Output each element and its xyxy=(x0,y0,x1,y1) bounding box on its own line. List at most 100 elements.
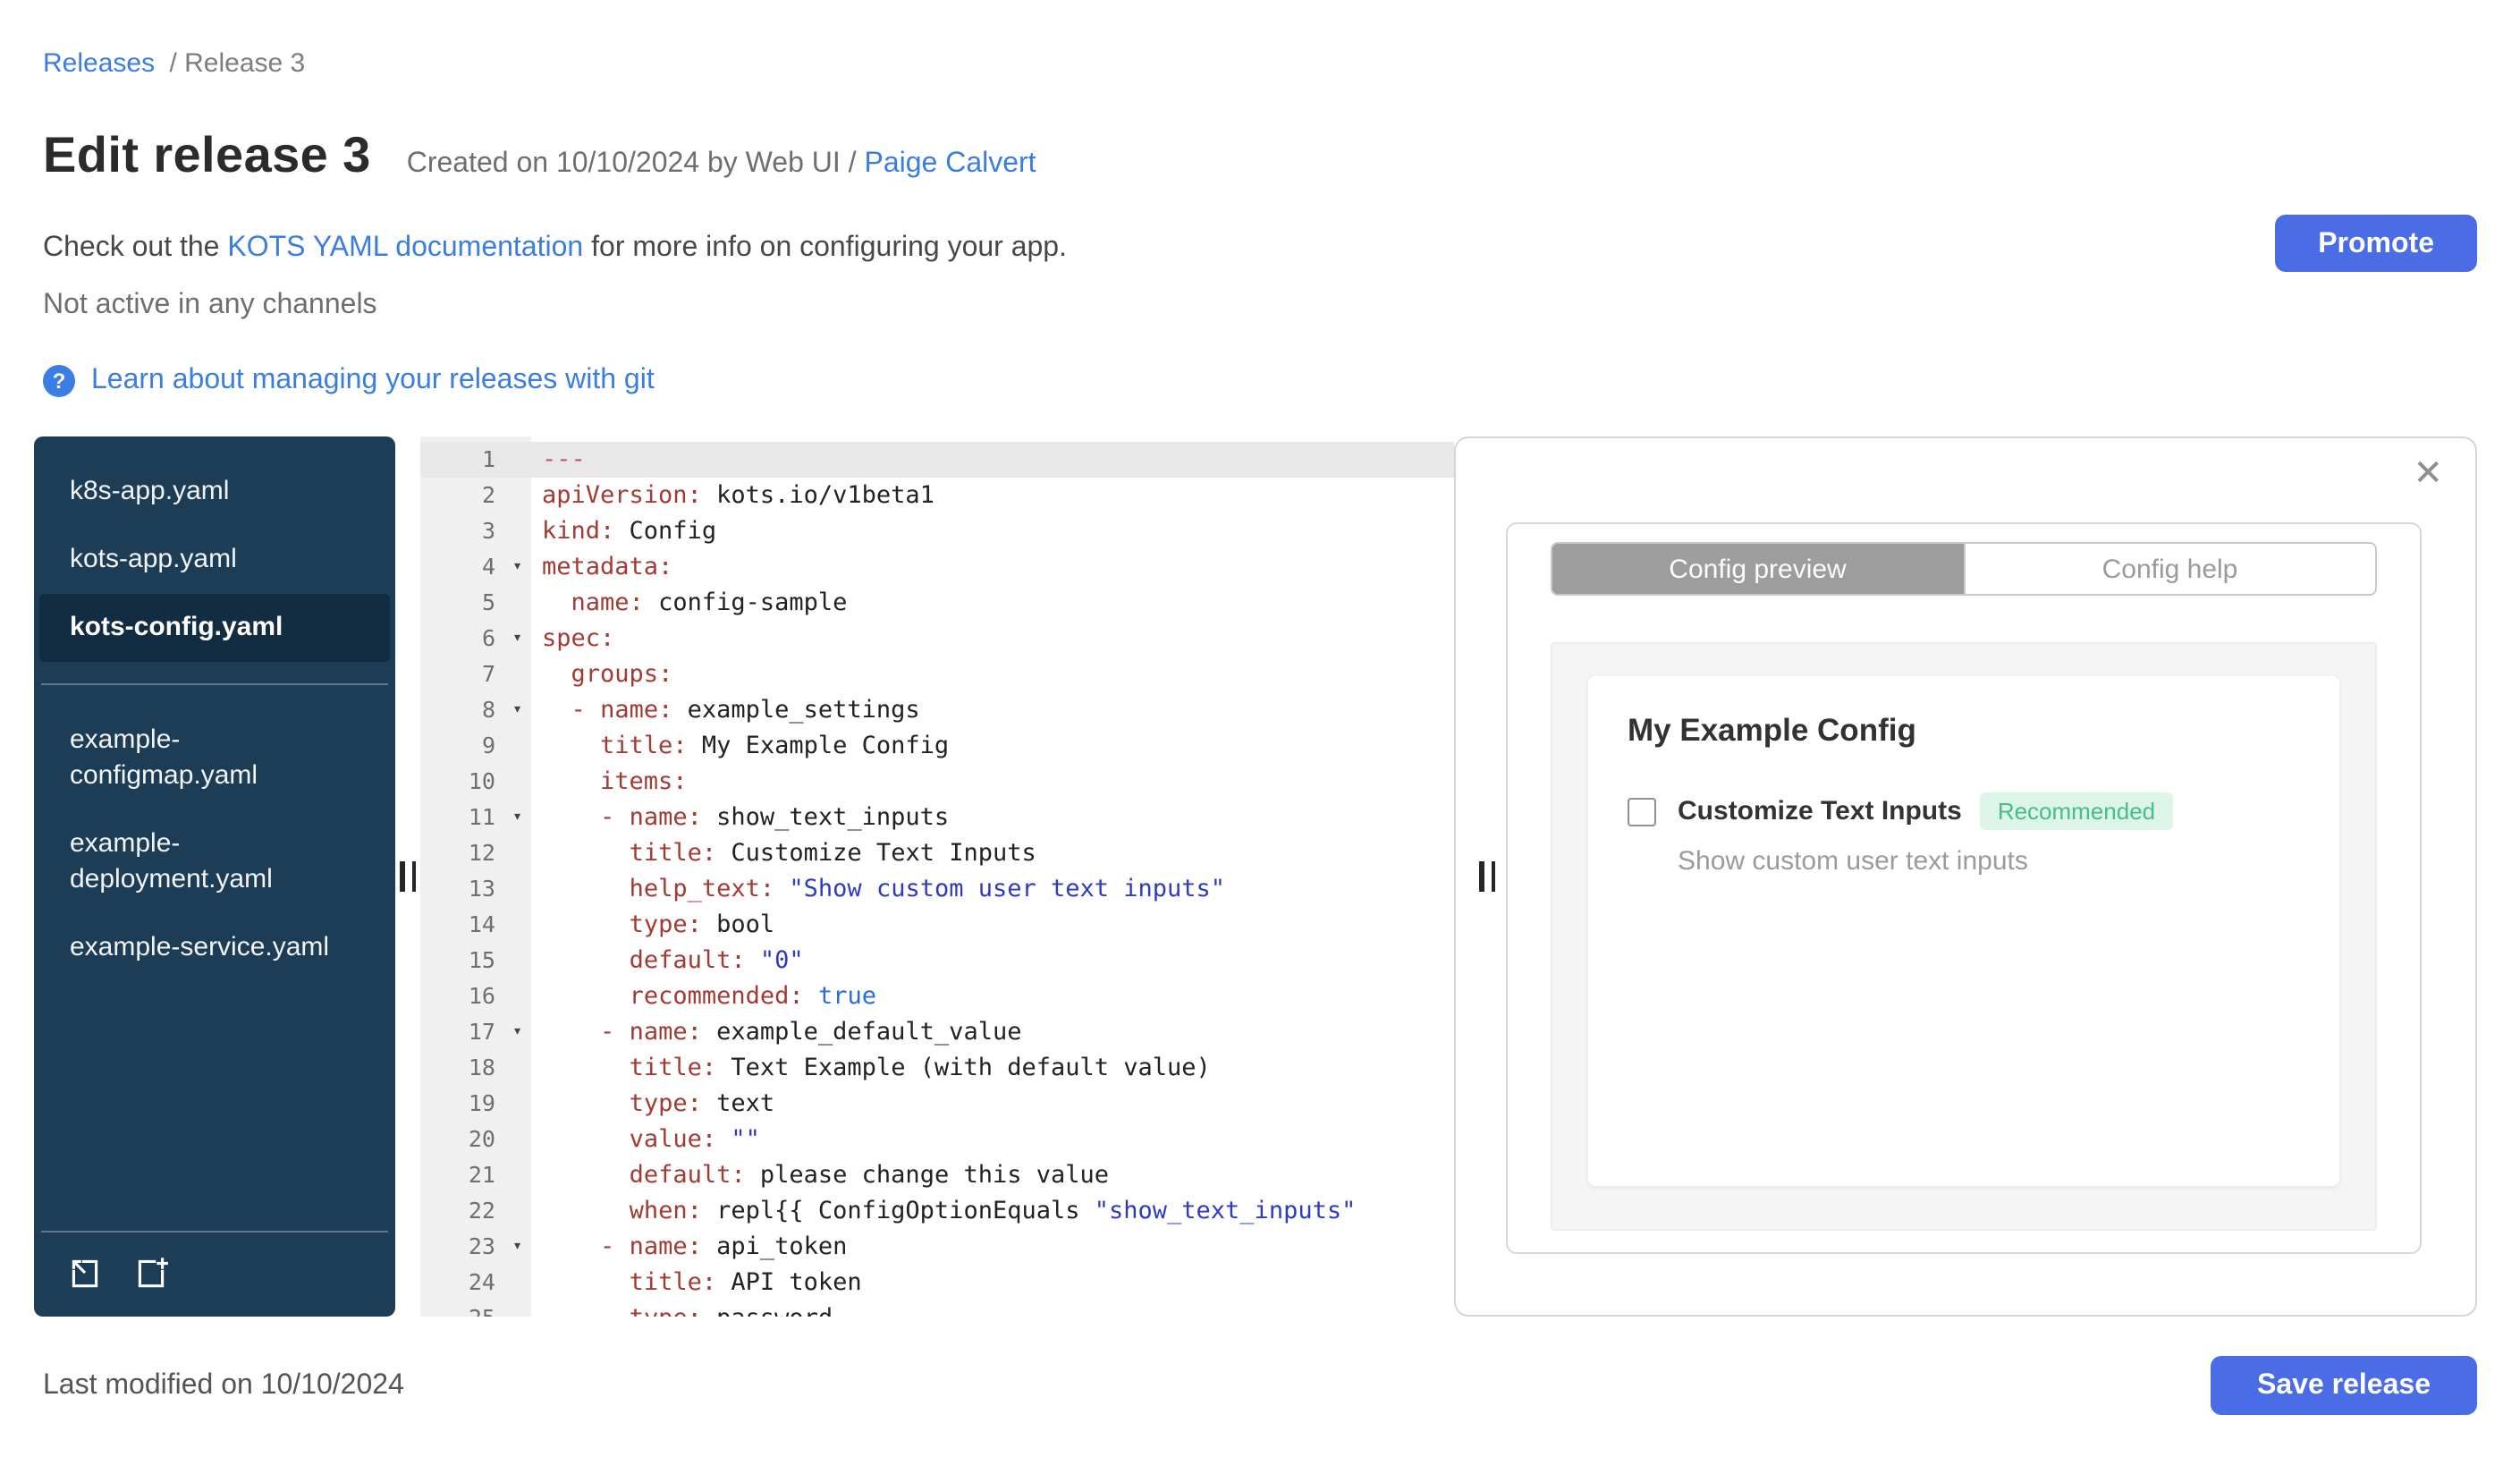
tab-config-preview[interactable]: Config preview xyxy=(1552,544,1963,594)
customize-text-inputs-checkbox[interactable] xyxy=(1628,797,1656,826)
git-help-row: ? Learn about managing your releases wit… xyxy=(0,365,2520,397)
line-number: 5 xyxy=(481,589,495,615)
code-text: title: My Example Config xyxy=(600,732,950,760)
title-row: Edit release 3 Created on 10/10/2024 by … xyxy=(0,122,2520,190)
gutter-cell: 21 xyxy=(420,1157,531,1193)
code-text: default: please change this value xyxy=(629,1161,1110,1190)
line-number: 25 xyxy=(469,1304,495,1317)
new-file-icon[interactable] xyxy=(132,1254,170,1292)
sidebar-file-example-service.yaml[interactable]: example-service.yaml xyxy=(34,914,395,982)
code-line-13[interactable]: 13 help_text: "Show custom user text inp… xyxy=(420,871,1454,907)
code-line-16[interactable]: 16 recommended: true xyxy=(420,978,1454,1014)
docs-prefix: Check out the xyxy=(43,233,220,263)
code-line-8[interactable]: 8 ▾ - name: example_settings xyxy=(420,692,1454,728)
code-line-17[interactable]: 17 ▾ - name: example_default_value xyxy=(420,1014,1454,1050)
code-line-1[interactable]: 1 --- xyxy=(420,442,1454,478)
code-text: when: repl{{ ConfigOptionEquals "show_te… xyxy=(629,1197,1357,1225)
save-release-button[interactable]: Save release xyxy=(2211,1356,2477,1415)
code-line-7[interactable]: 7 groups: xyxy=(420,657,1454,692)
line-number: 1 xyxy=(481,445,495,472)
line-number: 9 xyxy=(481,732,495,758)
code-line-18[interactable]: 18 title: Text Example (with default val… xyxy=(420,1050,1454,1086)
breadcrumb-releases-link[interactable]: Releases xyxy=(43,48,155,79)
sidebar-divider xyxy=(41,683,388,685)
code-line-6[interactable]: 6 ▾ spec: xyxy=(420,621,1454,657)
line-number: 23 xyxy=(468,1233,495,1259)
gutter-cell: 3 xyxy=(420,513,531,549)
sidebar-file-k8s-app.yaml[interactable]: k8s-app.yaml xyxy=(34,458,395,526)
code-editor[interactable]: 1 --- 2 apiVersion: kots.io/v1beta1 3 kind: C… xyxy=(420,436,1454,1317)
code-line-9[interactable]: 9 title: My Example Config xyxy=(420,728,1454,764)
code-line-23[interactable]: 23 ▾ - name: api_token xyxy=(420,1229,1454,1265)
promote-button[interactable]: Promote xyxy=(2275,215,2477,272)
code-text: metadata: xyxy=(542,553,673,581)
line-number: 15 xyxy=(468,946,495,973)
created-info: Created on 10/10/2024 by Web UI / Paige … xyxy=(407,148,1036,181)
gutter-cell: 5 xyxy=(420,585,531,621)
config-preview-pane: ✕ Config preview Config help My Example C… xyxy=(1454,436,2477,1317)
gutter-cell: 19 xyxy=(420,1086,531,1122)
gutter-cell: 25 xyxy=(420,1300,531,1317)
gutter-cell: 1 xyxy=(420,442,531,478)
sidebar-file-kots-config.yaml[interactable]: kots-config.yaml xyxy=(39,594,390,662)
line-number: 17 xyxy=(468,1018,495,1045)
sidebar-resize-handle[interactable] xyxy=(400,861,416,892)
code-line-14[interactable]: 14 type: bool xyxy=(420,907,1454,943)
code-text: recommended: true xyxy=(629,982,876,1011)
code-text: spec: xyxy=(542,624,615,653)
gutter-cell: 7 xyxy=(420,657,531,692)
fold-toggle-icon[interactable]: ▾ xyxy=(512,621,522,657)
code-line-24[interactable]: 24 title: API token xyxy=(420,1265,1454,1300)
docs-suffix: for more info on configuring your app. xyxy=(591,233,1067,263)
code-text: - name: show_text_inputs xyxy=(600,803,950,832)
code-line-10[interactable]: 10 items: xyxy=(420,764,1454,800)
page-title: Edit release 3 xyxy=(43,127,371,182)
code-text: - name: api_token xyxy=(600,1233,848,1261)
close-preview-icon[interactable]: ✕ xyxy=(2413,456,2443,492)
line-number: 22 xyxy=(468,1197,495,1224)
code-line-25[interactable]: 25 type: password xyxy=(420,1300,1454,1317)
fold-toggle-icon[interactable]: ▾ xyxy=(512,1014,522,1050)
code-text: - name: example_settings xyxy=(571,696,920,724)
line-number: 10 xyxy=(468,767,495,794)
upload-file-icon[interactable] xyxy=(66,1254,104,1292)
code-line-15[interactable]: 15 default: "0" xyxy=(420,943,1454,978)
code-text: default: "0" xyxy=(629,946,804,975)
page-footer: Last modified on 10/10/2024 Save release xyxy=(43,1356,2477,1415)
fold-toggle-icon[interactable]: ▾ xyxy=(512,1229,522,1265)
sidebar-file-example-deployment.yaml[interactable]: example-deployment.yaml xyxy=(34,810,395,914)
git-releases-link[interactable]: Learn about managing your releases with … xyxy=(91,365,655,397)
line-number: 4 xyxy=(481,553,495,580)
code-line-11[interactable]: 11 ▾ - name: show_text_inputs xyxy=(420,800,1454,835)
code-line-4[interactable]: 4 ▾ metadata: xyxy=(420,549,1454,585)
code-line-12[interactable]: 12 title: Customize Text Inputs xyxy=(420,835,1454,871)
preview-resize-handle[interactable] xyxy=(1479,861,1495,892)
code-line-5[interactable]: 5 name: config-sample xyxy=(420,585,1454,621)
line-number: 21 xyxy=(468,1161,495,1188)
line-number: 16 xyxy=(468,982,495,1009)
fold-toggle-icon[interactable]: ▾ xyxy=(512,800,522,835)
gutter-cell: 16 xyxy=(420,978,531,1014)
docs-line: Check out the KOTS YAML documentation fo… xyxy=(0,233,2520,265)
code-line-3[interactable]: 3 kind: Config xyxy=(420,513,1454,549)
tab-config-help[interactable]: Config help xyxy=(1963,544,2375,594)
fold-toggle-icon[interactable]: ▾ xyxy=(512,549,522,585)
sidebar-file-example-configmap.yaml[interactable]: example-configmap.yaml xyxy=(34,707,395,810)
kots-yaml-docs-link[interactable]: KOTS YAML documentation xyxy=(227,233,583,263)
line-number: 11 xyxy=(468,803,495,830)
gutter-cell: 23 ▾ xyxy=(420,1229,531,1265)
code-line-19[interactable]: 19 type: text xyxy=(420,1086,1454,1122)
code-text: value: "" xyxy=(629,1125,760,1154)
preview-card: Config preview Config help My Example Con… xyxy=(1506,522,2422,1254)
sidebar-file-kots-app.yaml[interactable]: kots-app.yaml xyxy=(34,526,395,594)
channel-status: Not active in any channels xyxy=(43,290,377,320)
breadcrumb-separator: / xyxy=(169,48,177,79)
code-line-21[interactable]: 21 default: please change this value xyxy=(420,1157,1454,1193)
author-link[interactable]: Paige Calvert xyxy=(864,148,1036,179)
gutter-cell: 24 xyxy=(420,1265,531,1300)
code-line-20[interactable]: 20 value: "" xyxy=(420,1122,1454,1157)
fold-toggle-icon[interactable]: ▾ xyxy=(512,692,522,728)
code-line-2[interactable]: 2 apiVersion: kots.io/v1beta1 xyxy=(420,478,1454,513)
code-line-22[interactable]: 22 when: repl{{ ConfigOptionEquals "show… xyxy=(420,1193,1454,1229)
gutter-cell: 11 ▾ xyxy=(420,800,531,835)
